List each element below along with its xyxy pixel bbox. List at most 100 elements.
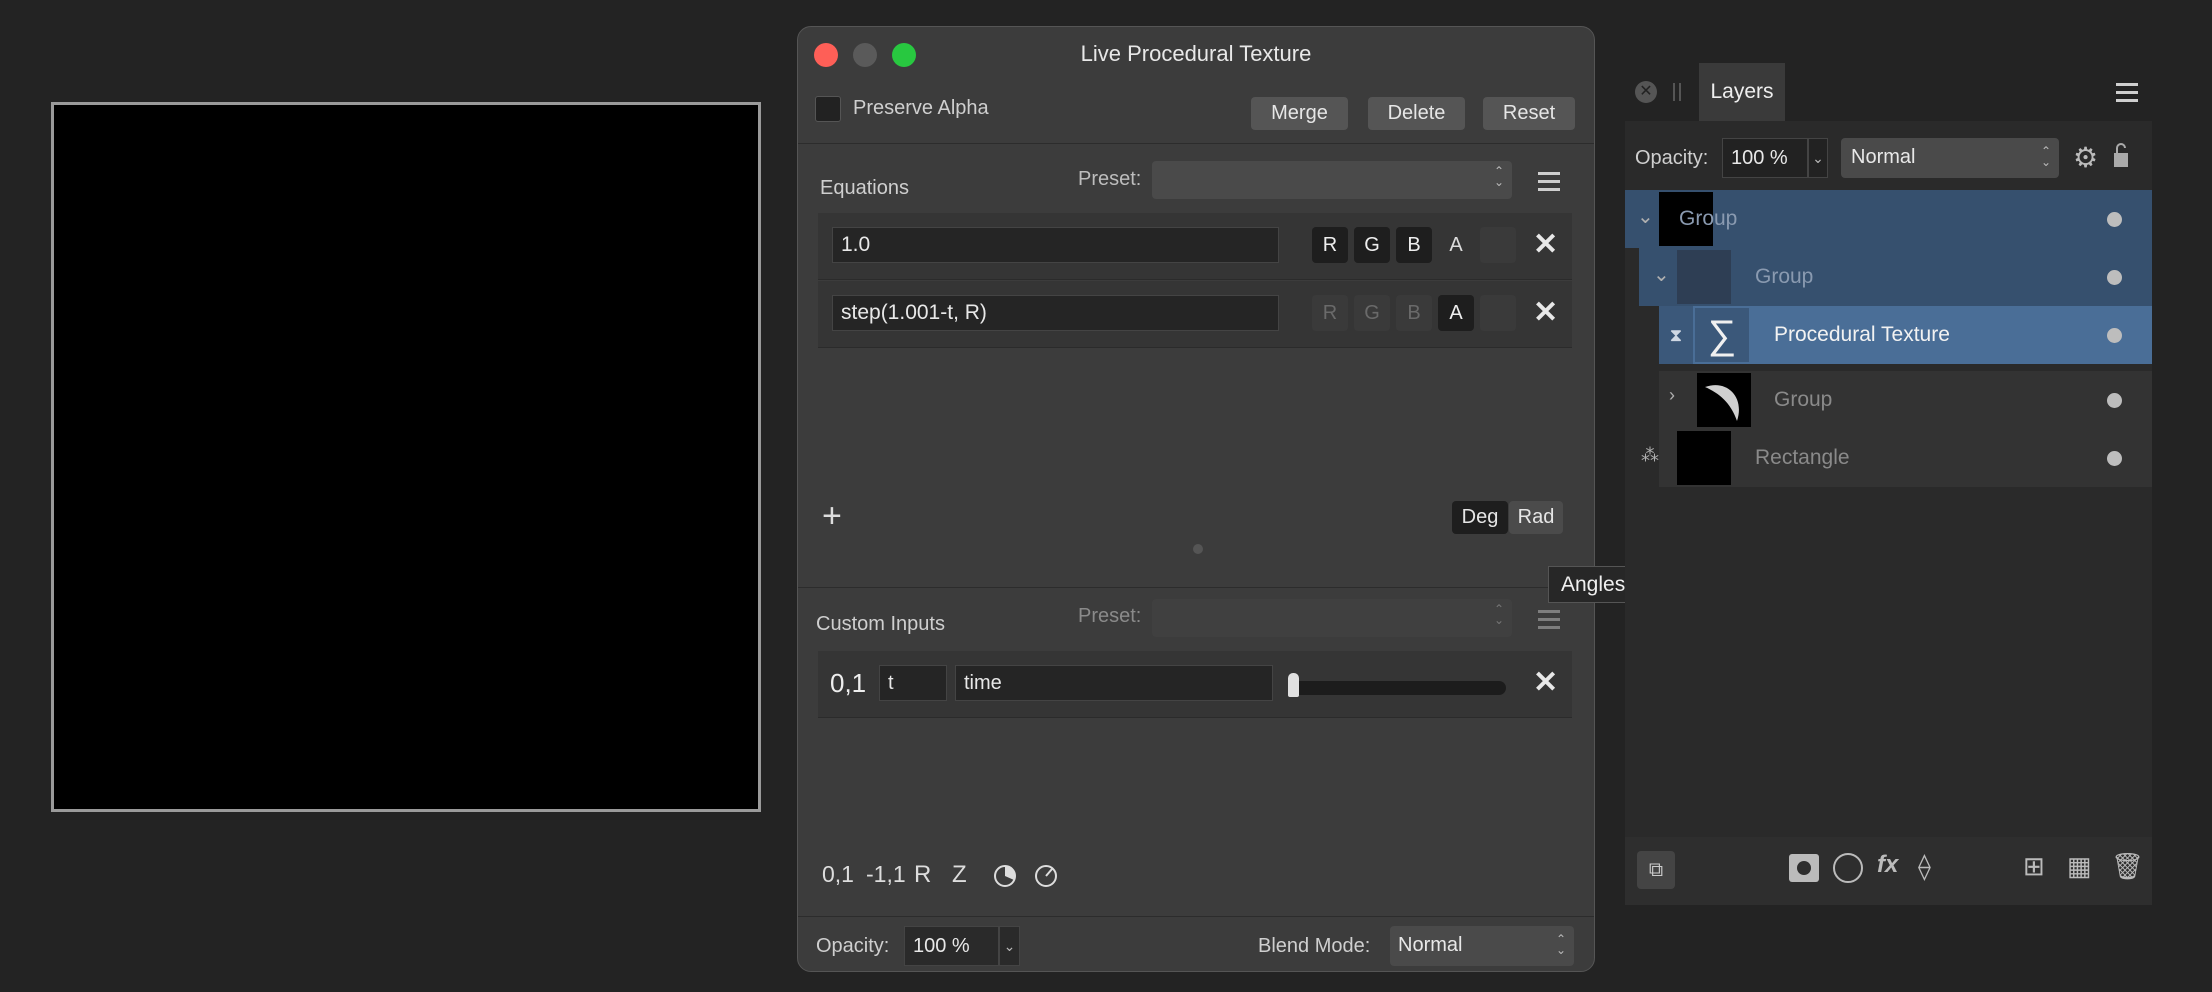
chevron-down-icon[interactable]: ⌄ <box>1808 138 1828 178</box>
equation-row: step(1.001-t, R) R G B A ✕ <box>818 281 1572 348</box>
layer-thumbnail <box>1677 431 1731 485</box>
layer-row[interactable]: › Group <box>1625 371 2152 429</box>
mask-layer-icon[interactable] <box>1789 854 1819 882</box>
input-name-field[interactable]: time <box>955 665 1273 701</box>
visibility-dot-icon[interactable] <box>2107 328 2122 343</box>
reset-button[interactable]: Reset <box>1483 97 1575 130</box>
gear-icon[interactable]: ⚙ <box>2073 141 2098 174</box>
channel-g-toggle[interactable]: G <box>1354 295 1390 331</box>
add-integer-input[interactable]: Z <box>952 861 967 889</box>
tab-layers[interactable]: Layers <box>1699 63 1785 121</box>
close-panel-icon[interactable]: ✕ <box>1635 81 1657 103</box>
channel-r-toggle[interactable]: R <box>1312 295 1348 331</box>
merge-button[interactable]: Merge <box>1251 97 1348 130</box>
document-canvas[interactable] <box>51 102 761 812</box>
layer-name: Group <box>1774 388 1833 411</box>
divider <box>798 143 1594 144</box>
layer-row[interactable]: ⌄ Group <box>1625 190 2152 248</box>
add-signed-range-input[interactable]: -1,1 <box>866 861 906 888</box>
opacity-field[interactable]: 100 % <box>904 926 999 966</box>
preserve-alpha-checkbox[interactable] <box>815 96 841 122</box>
sigma-icon: ∑ <box>1695 308 1749 362</box>
chevron-down-icon[interactable]: ⌄ <box>999 926 1020 966</box>
splitter-handle[interactable] <box>1193 544 1203 554</box>
channel-r-toggle[interactable]: R <box>1312 227 1348 263</box>
layer-row[interactable]: ⌄ Group <box>1625 248 2152 306</box>
chevron-right-icon[interactable]: › <box>1669 385 1675 406</box>
layers-tab-bar: ✕ Layers <box>1625 63 2152 121</box>
preset-label: Preset: <box>1078 168 1142 190</box>
indent-guide <box>1625 306 1659 364</box>
input-slider-track[interactable] <box>1288 681 1506 695</box>
chevron-down-icon[interactable]: ⌄ <box>1653 262 1670 287</box>
visibility-dot-icon[interactable] <box>2107 212 2122 227</box>
equation-row: 1.0 R G B A ✕ <box>818 213 1572 280</box>
trash-icon[interactable]: 🗑 <box>2111 851 2144 882</box>
visibility-dot-icon[interactable] <box>2107 393 2122 408</box>
layer-options-icon[interactable]: ⧉ <box>1637 851 1675 889</box>
custom-input-row: 0,1 t time ✕ <box>818 651 1572 718</box>
add-pixel-layer-icon[interactable]: ⊞ <box>2023 851 2045 882</box>
updown-arrows-icon: ⌃ ⌄ <box>1555 932 1566 957</box>
blend-mode-dropdown[interactable]: Normal ⌃ ⌄ <box>1390 926 1574 966</box>
layers-blend-mode-dropdown[interactable]: Normal ⌃ ⌄ <box>1841 138 2059 178</box>
opacity-label: Opacity: <box>816 935 890 957</box>
channel-g-toggle[interactable]: G <box>1354 227 1390 263</box>
deg-toggle[interactable]: Deg <box>1452 501 1508 534</box>
add-point-input-icon[interactable] <box>1033 863 1059 894</box>
remove-input-icon[interactable]: ✕ <box>1533 668 1558 698</box>
visibility-dot-icon[interactable] <box>2107 270 2122 285</box>
drag-handle-icon[interactable] <box>1673 83 1681 101</box>
channel-a-toggle[interactable]: A <box>1438 227 1474 263</box>
lock-icon[interactable] <box>2112 141 2130 174</box>
layer-thumbnail <box>1677 250 1731 304</box>
layers-toolbar: ⧉ fx ⟠ ⊞ ▦ 🗑 <box>1625 837 2152 905</box>
equation-expression-input[interactable]: 1.0 <box>832 227 1279 263</box>
chevron-down-icon[interactable]: ⌄ <box>1637 204 1654 229</box>
input-range-type[interactable]: 0,1 <box>830 668 866 699</box>
layer-row-selected[interactable]: ⧗ ∑ Procedural Texture <box>1625 306 2152 364</box>
channel-b-toggle[interactable]: B <box>1396 295 1432 331</box>
updown-arrows-icon: ⌃ ⌄ <box>1493 602 1504 627</box>
layer-name: Procedural Texture <box>1774 323 1950 346</box>
custom-inputs-menu-icon[interactable] <box>1538 610 1560 634</box>
equations-preset-dropdown[interactable]: ⌃ ⌄ <box>1152 161 1512 199</box>
layer-row[interactable]: ⁂ Rectangle <box>1625 429 2152 487</box>
visibility-dot-icon[interactable] <box>2107 451 2122 466</box>
divider <box>798 916 1594 917</box>
layer-name: Group <box>1679 207 1738 230</box>
add-equation-button[interactable]: + <box>822 497 842 536</box>
remove-equation-icon[interactable]: ✕ <box>1533 298 1558 328</box>
adjustment-layer-icon[interactable] <box>1833 853 1863 883</box>
custom-inputs-preset-dropdown[interactable]: ⌃ ⌄ <box>1152 599 1512 637</box>
dialog-title: Live Procedural Texture <box>1080 41 1312 66</box>
shapes-icon: ⁂ <box>1641 445 1659 465</box>
add-angle-input-icon[interactable] <box>992 863 1018 894</box>
rad-toggle[interactable]: Rad <box>1509 501 1563 534</box>
remove-equation-icon[interactable]: ✕ <box>1533 230 1558 260</box>
layers-menu-icon[interactable] <box>2116 83 2138 107</box>
equations-menu-icon[interactable] <box>1538 172 1560 196</box>
equations-label: Equations <box>820 177 909 199</box>
live-filter-icon[interactable]: ⟠ <box>1918 851 1931 882</box>
layers-panel: ✕ Layers Opacity: 100 % ⌄ Normal ⌃ ⌄ ⚙ ⌄ … <box>1625 63 2152 905</box>
custom-inputs-label: Custom Inputs <box>816 613 945 635</box>
layers-opacity-field[interactable]: 100 % <box>1722 138 1808 178</box>
input-variable-field[interactable]: t <box>879 665 947 701</box>
add-unit-range-input[interactable]: 0,1 <box>822 861 854 888</box>
blend-mode-value: Normal <box>1398 934 1463 956</box>
channel-extra-toggle[interactable] <box>1480 227 1516 263</box>
preserve-alpha-label: Preserve Alpha <box>853 97 989 119</box>
blend-mode-label: Blend Mode: <box>1258 935 1371 957</box>
channel-extra-toggle[interactable] <box>1480 295 1516 331</box>
equation-expression-input[interactable]: step(1.001-t, R) <box>832 295 1279 331</box>
add-group-icon[interactable]: ▦ <box>2067 851 2092 882</box>
channel-a-toggle[interactable]: A <box>1438 295 1474 331</box>
input-slider-thumb[interactable] <box>1288 673 1299 697</box>
fx-icon[interactable]: fx <box>1877 851 1898 879</box>
custom-preset-label: Preset: <box>1078 605 1142 627</box>
layers-opacity-label: Opacity: <box>1635 147 1709 169</box>
channel-b-toggle[interactable]: B <box>1396 227 1432 263</box>
delete-button[interactable]: Delete <box>1368 97 1465 130</box>
add-real-input[interactable]: R <box>914 861 931 889</box>
